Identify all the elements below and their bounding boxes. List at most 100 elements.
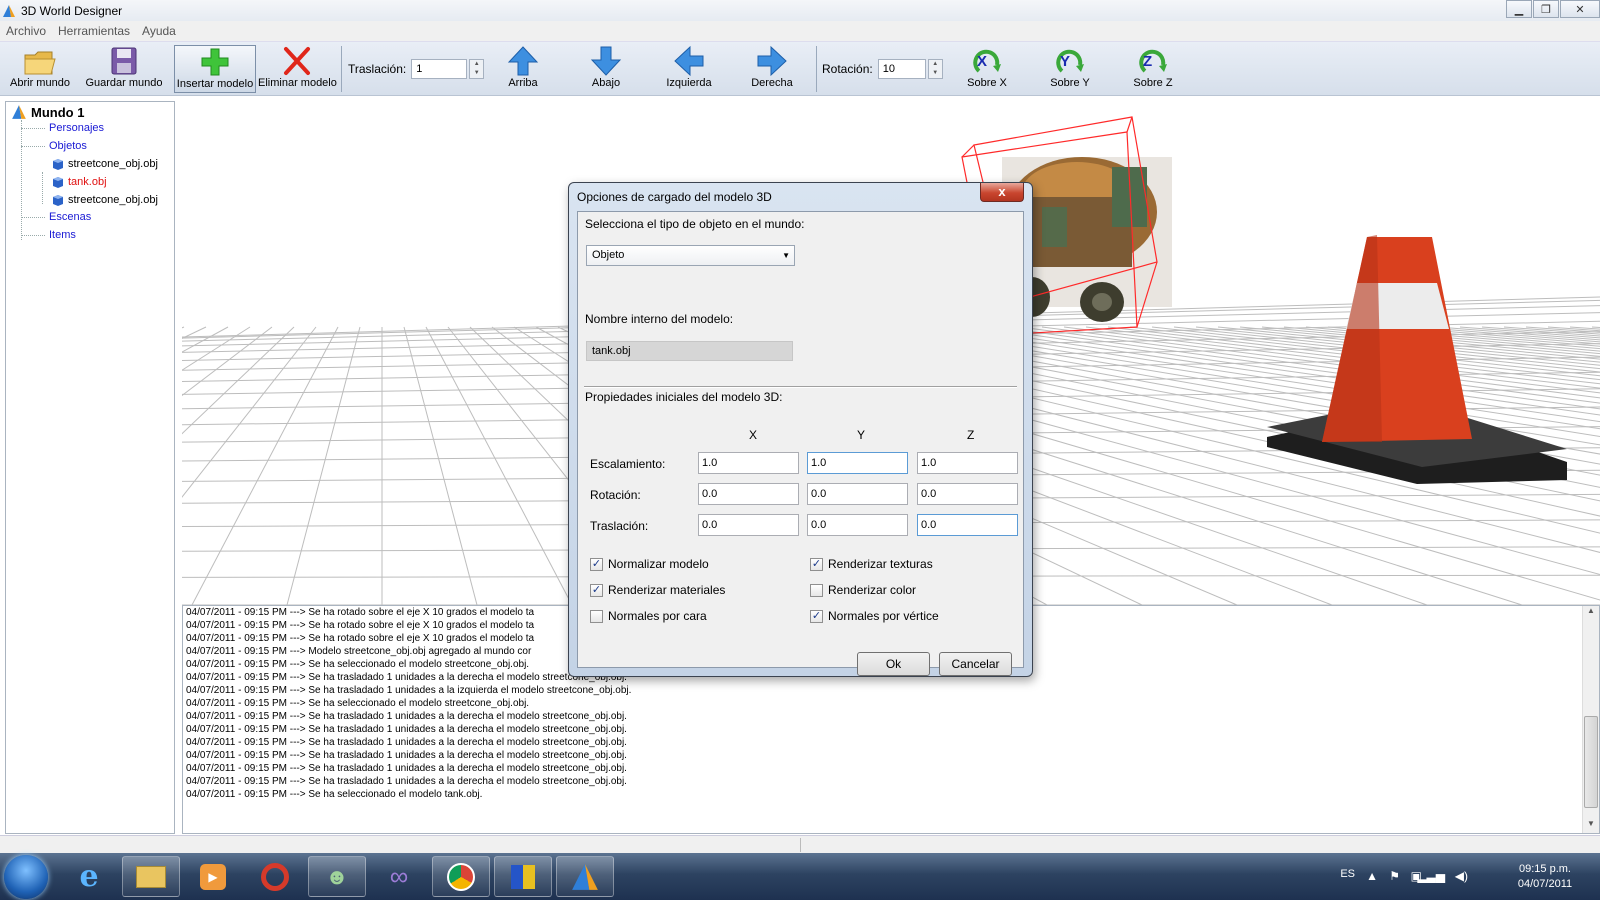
tree-root[interactable]: Mundo 1 [11,104,84,120]
column-y-header: Y [857,428,866,442]
show-hidden-icons[interactable]: ▲ [1366,869,1378,883]
maximize-button[interactable]: ❐ [1533,0,1559,18]
ok-button[interactable]: Ok [857,652,930,676]
log-line: 04/07/2011 - 09:15 PM ---> Se ha traslad… [186,776,627,787]
load-model-dialog: Opciones de cargado del modelo 3D x Sele… [568,182,1033,677]
translation-input[interactable] [411,59,468,79]
scroll-down-icon[interactable]: ▼ [1583,819,1599,833]
log-line: 04/07/2011 - 09:15 PM ---> Se ha selecci… [186,789,483,800]
scale-x-input[interactable]: 1.0 [698,452,799,474]
arrow-down-icon [590,46,622,76]
move-down-button[interactable]: Abajo [583,45,629,93]
move-left-button[interactable]: Izquierda [663,45,715,93]
rotation-input[interactable] [877,59,926,79]
rotate-y-button[interactable]: Y Sobre Y [1045,45,1095,93]
tree-object-tank[interactable]: tank.obj [52,176,107,188]
translation-z-input[interactable]: 0.0 [917,514,1018,536]
language-indicator[interactable]: ES [1340,868,1355,880]
visual-studio-taskbar-icon[interactable]: ∞ [370,856,428,897]
open-world-button[interactable]: Abrir mundo [6,45,74,93]
scale-y-input[interactable]: 1.0 [807,452,908,474]
rotation-control: Rotación: ▲▼ [822,59,943,79]
insert-model-button[interactable]: Insertar modelo [174,45,256,93]
menu-ayuda[interactable]: Ayuda [136,24,182,38]
log-line: 04/07/2011 - 09:15 PM ---> Modelo street… [186,646,532,657]
log-line: 04/07/2011 - 09:15 PM ---> Se ha traslad… [186,711,627,722]
delete-model-button[interactable]: Eliminar modelo [258,45,337,93]
dropdown-arrow-icon: ▼ [782,251,790,260]
folder-icon [24,51,56,75]
tree-escenas[interactable]: Escenas [49,211,91,223]
rotate-z-icon: Z [1139,49,1167,73]
scroll-thumb[interactable] [1584,716,1598,808]
scale-z-input[interactable]: 1.0 [917,452,1018,474]
move-up-button[interactable]: Arriba [500,45,546,93]
translation-y-input[interactable]: 0.0 [807,514,908,536]
app-icon [3,4,15,17]
svg-text:X: X [977,53,987,70]
minimize-button[interactable]: ▁ [1506,0,1532,18]
vertex-normals-checkbox[interactable]: ✓ Normales por vértice [810,609,939,623]
translation-spinner[interactable]: ▲ ▼ [469,59,485,79]
log-line: 04/07/2011 - 09:15 PM ---> Se ha traslad… [186,737,627,748]
object-type-select[interactable]: Objeto ▼ [586,245,795,266]
log-line: 04/07/2011 - 09:15 PM ---> Se ha traslad… [186,685,632,696]
chrome-taskbar-icon[interactable] [432,856,490,897]
close-window-button[interactable]: ✕ [1560,0,1600,18]
floppy-icon [111,47,137,75]
log-scrollbar[interactable]: ▲ ▼ [1582,606,1599,833]
users-taskbar-icon[interactable]: ☻ [308,856,366,897]
dialog-close-button[interactable]: x [980,183,1024,202]
initial-props-label: Propiedades iniciales del modelo 3D: [585,390,783,404]
3d-world-designer-taskbar-icon[interactable] [556,856,614,897]
translation-x-input[interactable]: 0.0 [698,514,799,536]
tree-personajes[interactable]: Personajes [49,122,104,134]
rotation-z-input[interactable]: 0.0 [917,483,1018,505]
volume-icon[interactable]: ◀) [1455,869,1468,883]
rotate-x-button[interactable]: X Sobre X [962,45,1012,93]
save-world-button[interactable]: Guardar mundo [84,45,164,93]
render-materials-checkbox[interactable]: ✓ Renderizar materiales [590,583,725,597]
rotate-z-button[interactable]: Z Sobre Z [1128,45,1178,93]
face-normals-checkbox[interactable]: Normales por cara [590,609,707,623]
rotation-y-input[interactable]: 0.0 [807,483,908,505]
flag-icon[interactable]: ⚑ [1389,869,1400,883]
explorer-taskbar-icon[interactable] [122,856,180,897]
rotation-label: Rotación: [590,488,641,502]
menu-bar: Archivo Herramientas Ayuda [0,21,1600,42]
move-right-button[interactable]: Derecha [748,45,796,93]
render-textures-checkbox[interactable]: ✓ Renderizar texturas [810,557,933,571]
media-player-taskbar-icon[interactable]: ▶ [184,856,242,897]
menu-archivo[interactable]: Archivo [0,24,52,38]
svg-text:Z: Z [1143,53,1152,70]
normalize-checkbox[interactable]: ✓ Normalizar modelo [590,557,709,571]
log-line: 04/07/2011 - 09:15 PM ---> Se ha traslad… [186,750,627,761]
model-name-field[interactable]: tank.obj [586,341,793,361]
network-icon[interactable]: ▂▃▅ [1417,869,1445,883]
scroll-up-icon[interactable]: ▲ [1583,606,1599,620]
check-icon: ✓ [590,557,603,571]
log-line: 04/07/2011 - 09:15 PM ---> Se ha traslad… [186,724,627,735]
log-line: 04/07/2011 - 09:15 PM ---> Se ha rotado … [186,633,535,644]
start-button[interactable] [4,855,48,899]
log-line: 04/07/2011 - 09:15 PM ---> Se ha rotado … [186,620,535,631]
blocks-taskbar-icon[interactable] [494,856,552,897]
cube-icon [53,159,63,170]
ie-taskbar-icon[interactable]: e [60,856,118,897]
rotate-x-icon: X [973,49,1001,73]
log-line: 04/07/2011 - 09:15 PM ---> Se ha traslad… [186,672,627,683]
render-color-checkbox[interactable]: Renderizar color [810,583,916,597]
cancel-button[interactable]: Cancelar [939,652,1012,676]
tree-objetos[interactable]: Objetos [49,140,87,152]
rotation-spinner[interactable]: ▲ ▼ [927,59,943,79]
ccleaner-taskbar-icon[interactable] [246,856,304,897]
tree-items[interactable]: Items [49,229,76,241]
tree-object-streetcone-1[interactable]: streetcone_obj.obj [52,158,158,170]
system-clock[interactable]: 09:15 p.m. 04/07/2011 [1510,862,1580,892]
rotate-y-icon: Y [1056,49,1084,73]
rotation-x-input[interactable]: 0.0 [698,483,799,505]
check-icon: ✓ [590,583,603,597]
menu-herramientas[interactable]: Herramientas [52,24,136,38]
plus-icon [201,48,229,76]
tree-object-streetcone-2[interactable]: streetcone_obj.obj [52,194,158,206]
